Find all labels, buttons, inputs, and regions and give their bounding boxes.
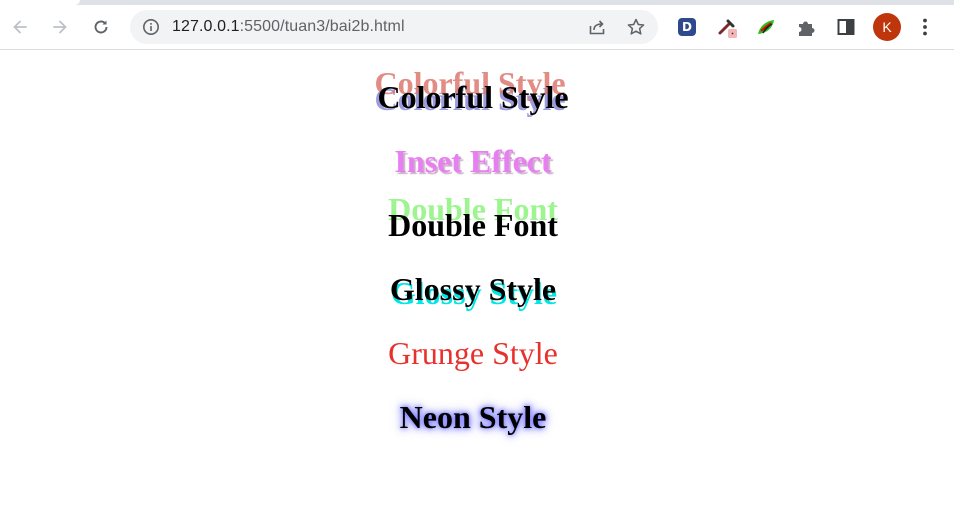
profile-avatar[interactable]: K	[873, 13, 901, 41]
url-path: :5500/tuan3/bai2b.html	[239, 18, 405, 35]
forward-button[interactable]	[44, 11, 76, 43]
leaf-extension-button[interactable]	[755, 16, 777, 38]
page-viewport: Colorful Style Inset Effect Double Font …	[0, 50, 954, 505]
forward-icon	[53, 20, 67, 34]
color-picker-extension-button[interactable]	[716, 16, 738, 38]
extensions-menu-button[interactable]	[795, 16, 817, 38]
colorful-style-text: Colorful Style	[377, 79, 569, 115]
double-font-text: Double Font	[388, 207, 558, 243]
site-info-icon[interactable]	[142, 18, 160, 36]
leaf-extension-icon	[758, 20, 774, 34]
address-bar[interactable]: 127.0.0.1:5500/tuan3/bai2b.html	[130, 10, 658, 44]
back-button[interactable]	[4, 11, 36, 43]
browser-toolbar: 127.0.0.1:5500/tuan3/bai2b.html D K	[0, 5, 954, 50]
url-host: 127.0.0.1	[172, 18, 240, 35]
bookmark-button[interactable]	[623, 14, 649, 40]
url-text[interactable]: 127.0.0.1:5500/tuan3/bai2b.html	[172, 18, 405, 36]
menu-dots-icon[interactable]	[914, 16, 936, 38]
back-icon	[13, 20, 27, 34]
neon-style-text: Neon Style	[399, 399, 547, 435]
bookmark-star-icon	[627, 18, 645, 35]
inset-effect-text: Inset Effect	[394, 143, 552, 179]
extension-d-button[interactable]: D	[676, 16, 698, 38]
extension-d-icon: D	[678, 18, 696, 36]
share-button[interactable]	[584, 14, 610, 40]
grunge-style-text: Grunge Style	[388, 335, 558, 371]
glossy-style-text: Glossy Style	[389, 271, 557, 307]
color-picker-extension-icon	[718, 19, 737, 38]
reload-icon	[94, 20, 108, 34]
extensions-puzzle-icon	[799, 21, 815, 36]
side-panel-icon	[837, 19, 855, 35]
side-panel-button[interactable]	[835, 16, 857, 38]
reload-button[interactable]	[85, 11, 117, 43]
share-icon	[589, 20, 605, 35]
